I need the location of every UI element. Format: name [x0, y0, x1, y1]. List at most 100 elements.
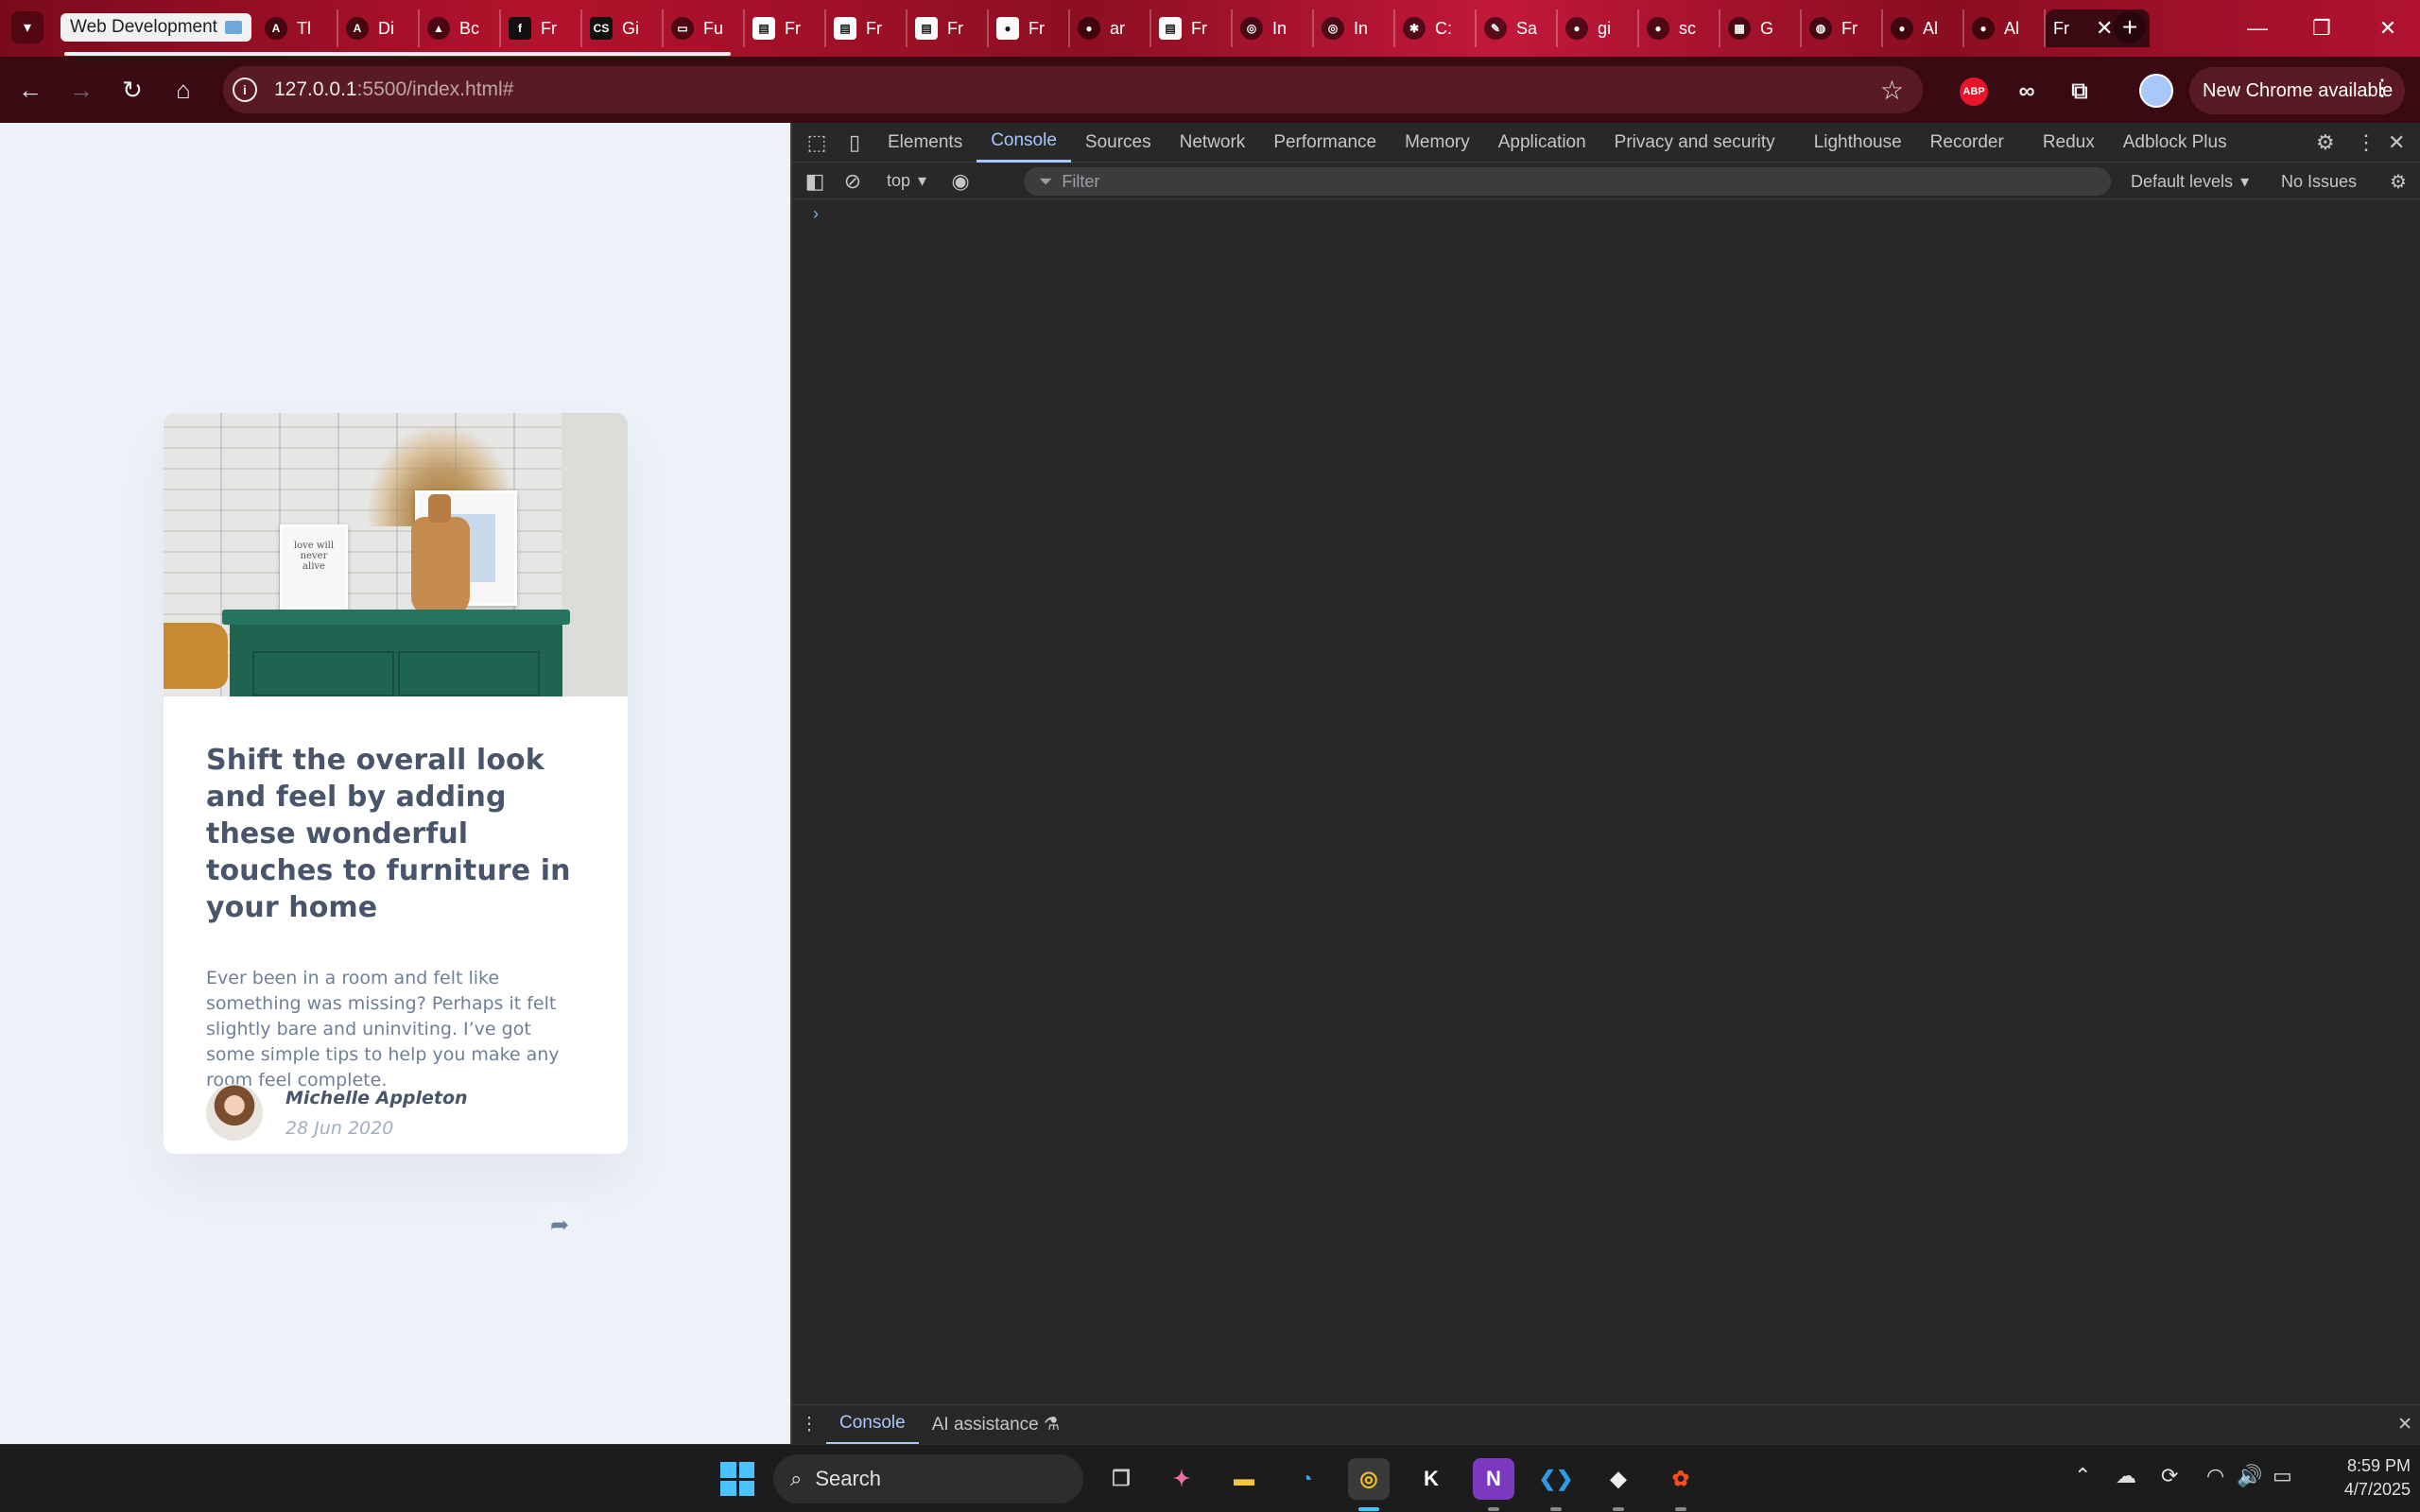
tab[interactable]: ✎ Sa: [1477, 9, 1558, 47]
tab-memory[interactable]: Memory: [1391, 123, 1484, 163]
console-settings-icon[interactable]: ⚙: [2390, 163, 2407, 199]
reload-button[interactable]: ↻: [115, 73, 149, 107]
vscode-icon[interactable]: ❮❯: [1535, 1458, 1577, 1500]
chrome-icon[interactable]: ◎: [1348, 1458, 1390, 1500]
running-indicator: [1550, 1507, 1562, 1511]
wifi-icon[interactable]: ◠: [2206, 1464, 2224, 1488]
running-indicator: [1613, 1507, 1624, 1511]
tab-performance[interactable]: Performance: [1259, 123, 1391, 163]
devtools-menu-button[interactable]: ⋮: [2356, 123, 2377, 163]
home-button[interactable]: ⌂: [166, 73, 200, 107]
extensions-menu-button[interactable]: ⧉: [2064, 76, 2096, 108]
eye-icon[interactable]: ◉: [942, 169, 979, 194]
chevron-up-icon[interactable]: ⌃: [2074, 1464, 2091, 1488]
more-vert-icon[interactable]: ⋮: [792, 1414, 826, 1435]
filter-placeholder: Filter: [1062, 171, 1100, 191]
app-icon[interactable]: K: [1410, 1458, 1452, 1500]
tab[interactable]: ◎ In: [1314, 9, 1395, 47]
address-bar[interactable]: i 127.0.0.1:5500/index.html# ☆: [223, 66, 1923, 113]
tab-recorder[interactable]: Recorder: [1916, 123, 2018, 163]
tab[interactable]: ▲ Bc: [420, 9, 501, 47]
tab-group-chip[interactable]: Web Development: [60, 13, 251, 42]
copilot-icon[interactable]: ✦: [1161, 1458, 1202, 1500]
sidebar-toggle-icon[interactable]: ◧: [796, 169, 834, 194]
system-clock[interactable]: 8:59 PM 4/7/2025: [2297, 1454, 2411, 1502]
onenote-icon[interactable]: N: [1473, 1458, 1514, 1500]
tab[interactable]: CS Gi: [582, 9, 664, 47]
inspect-element-icon[interactable]: ⬚: [798, 130, 836, 155]
restore-button[interactable]: ❐: [2293, 9, 2350, 47]
tab-sources[interactable]: Sources: [1071, 123, 1166, 163]
tab[interactable]: ▭ Fu: [664, 9, 745, 47]
home-icon: ⌂: [176, 75, 191, 104]
chrome-update-button[interactable]: New Chrome available ⋮: [2189, 67, 2405, 114]
battery-icon[interactable]: ▭: [2273, 1464, 2292, 1488]
tab[interactable]: A Tl: [257, 9, 338, 47]
device-toolbar-icon[interactable]: ▯: [836, 130, 873, 155]
tab[interactable]: ▤ Fr: [745, 9, 826, 47]
cloud-icon[interactable]: ☁: [2116, 1464, 2136, 1488]
extension-button[interactable]: ∞: [2011, 76, 2043, 108]
context-selector[interactable]: top ▾: [887, 171, 926, 191]
tab-application[interactable]: Application: [1484, 123, 1600, 163]
back-button[interactable]: ←: [13, 73, 47, 107]
adblock-plus-extension[interactable]: ABP: [1960, 77, 1988, 106]
task-view-icon[interactable]: ❐: [1100, 1458, 1142, 1500]
sync-icon[interactable]: ⟳: [2161, 1464, 2178, 1488]
windows-logo-icon: [720, 1462, 736, 1478]
vase-neck: [428, 494, 451, 523]
log-levels-dropdown[interactable]: Default levels ▾: [2131, 163, 2249, 199]
tab-lighthouse[interactable]: Lighthouse: [1789, 123, 1916, 163]
close-icon[interactable]: ✕: [2096, 16, 2113, 41]
tab[interactable]: ▦ G: [1720, 9, 1802, 47]
close-window-button[interactable]: ✕: [2360, 9, 2416, 47]
tab-privacy-security[interactable]: Privacy and security: [1600, 123, 1789, 163]
devtools-settings-button[interactable]: ⚙: [2316, 123, 2335, 163]
tab-label: Al: [1923, 18, 1939, 38]
bookmark-star-icon[interactable]: ☆: [1880, 75, 1904, 106]
console-prompt[interactable]: ›: [813, 204, 819, 224]
taskbar-search[interactable]: ⌕ Search: [773, 1454, 1083, 1503]
tab[interactable]: ● gi: [1558, 9, 1639, 47]
edge-icon[interactable]: ◔: [1286, 1458, 1327, 1500]
tab-search-button[interactable]: ▾: [11, 11, 43, 43]
clear-console-icon[interactable]: ⊘: [834, 169, 872, 194]
issues-counter[interactable]: No Issues: [2281, 163, 2357, 199]
tab-console[interactable]: Console: [977, 123, 1071, 163]
tab[interactable]: A Di: [338, 9, 420, 47]
figma-icon[interactable]: ✿: [1660, 1458, 1702, 1500]
tab[interactable]: ◎ In: [1233, 9, 1314, 47]
drawer-tab-console[interactable]: Console: [826, 1405, 919, 1445]
css-icon: CS: [590, 17, 613, 40]
tab[interactable]: ● Fr: [989, 9, 1070, 47]
site-info-icon[interactable]: i: [233, 77, 257, 102]
share-button[interactable]: ➦: [536, 1201, 583, 1248]
console-filter-input[interactable]: ⏷ Filter: [1024, 167, 2111, 196]
tab-elements[interactable]: Elements: [873, 123, 977, 163]
tab-adblock-plus[interactable]: Adblock Plus: [2109, 123, 2241, 163]
tab[interactable]: ● Al: [1964, 9, 2046, 47]
close-drawer-icon[interactable]: ✕: [2397, 1414, 2412, 1435]
tab[interactable]: f Fr: [501, 9, 582, 47]
minimize-button[interactable]: —: [2229, 9, 2286, 47]
file-explorer-icon[interactable]: ▬: [1223, 1458, 1265, 1500]
tab-network[interactable]: Network: [1166, 123, 1260, 163]
app-icon[interactable]: ◆: [1598, 1458, 1639, 1500]
tab[interactable]: ● sc: [1639, 9, 1720, 47]
devtools-close-button[interactable]: ✕: [2388, 123, 2405, 163]
drawer-tab-ai-assistance[interactable]: AI assistance ⚗: [919, 1405, 1073, 1445]
tab[interactable]: ▤ Fr: [826, 9, 908, 47]
start-button[interactable]: [720, 1462, 754, 1496]
tab-redux[interactable]: Redux: [2018, 123, 2109, 163]
profile-avatar[interactable]: [2139, 74, 2173, 108]
new-tab-button[interactable]: +: [2114, 11, 2146, 43]
minimize-icon: —: [2247, 16, 2268, 40]
forward-button[interactable]: →: [64, 73, 98, 107]
volume-icon[interactable]: 🔊: [2237, 1464, 2262, 1488]
tab[interactable]: ▤ Fr: [908, 9, 989, 47]
tab[interactable]: ✱ C:: [1395, 9, 1477, 47]
tab[interactable]: ▤ Fr: [1151, 9, 1233, 47]
tab[interactable]: ● ar: [1070, 9, 1151, 47]
tab[interactable]: ● Al: [1883, 9, 1964, 47]
tab[interactable]: ◍ Fr: [1802, 9, 1883, 47]
